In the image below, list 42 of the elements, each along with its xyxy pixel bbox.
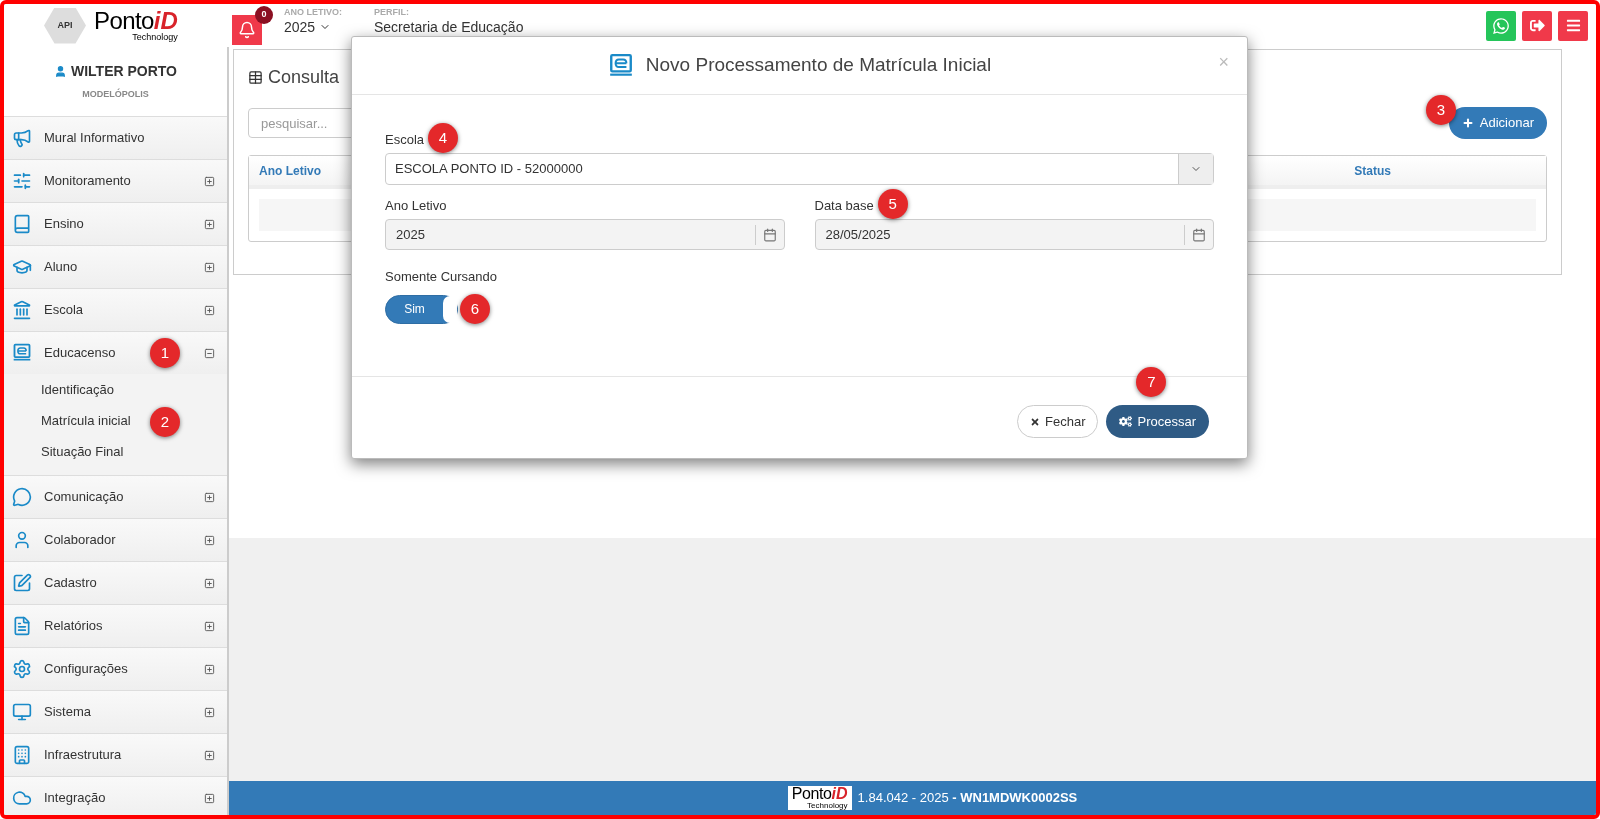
api-badge: API xyxy=(44,7,86,44)
callout-number: 3 xyxy=(1425,95,1456,125)
callout-number: 1 xyxy=(150,338,180,368)
callout-number: 2 xyxy=(150,407,180,437)
footer-text: 1.84.042 - 2025 - WN1MDWK0002SS xyxy=(857,789,1078,808)
sidebar-item-label: Escola xyxy=(44,301,84,320)
notification-badge: 0 xyxy=(255,6,273,24)
logo-tagline: Technology xyxy=(807,802,848,810)
page-title: Consulta xyxy=(268,66,340,89)
column-header: Ano Letivo xyxy=(259,162,321,180)
sidebar-item-label: Comunicação xyxy=(44,488,124,507)
sidebar-item-label: Relatórios xyxy=(44,617,103,636)
callout-number: 4 xyxy=(428,123,459,153)
field-label: Ano Letivo xyxy=(385,197,447,216)
logo-accent: iD xyxy=(153,9,178,33)
sidebar-item-label: Colaborador xyxy=(44,531,116,550)
sidebar-item-label: Integração xyxy=(44,789,106,808)
logo-tagline: Technology xyxy=(132,33,178,42)
callout-number: 6 xyxy=(460,294,490,324)
year-label: ANO LETIVO: xyxy=(284,8,342,17)
sidebar-item-label: Configurações xyxy=(44,660,128,679)
logo-accent: iD xyxy=(831,786,848,802)
sidebar-item-label: Cadastro xyxy=(44,574,97,593)
modal-title: Novo Processamento de Matrícula Inicial xyxy=(645,53,992,78)
profile-label: PERFIL: xyxy=(374,8,410,17)
column-header: Status xyxy=(1354,162,1391,180)
sidebar-item-label: Aluno xyxy=(44,258,78,277)
callout-number: 7 xyxy=(1136,367,1167,397)
sidebar-item-label: Infraestrutura xyxy=(44,746,122,765)
field-label: Escola xyxy=(385,131,425,150)
sidebar-item-label: Ensino xyxy=(44,215,84,234)
user-name: WILTER PORTO xyxy=(70,62,177,82)
sidebar-item-label: Educacenso xyxy=(44,344,116,363)
logo-name: Ponto xyxy=(94,9,154,33)
logo-name: Ponto xyxy=(791,786,832,802)
field-label: Data base xyxy=(814,197,874,216)
sidebar-item-label: Sistema xyxy=(44,703,91,722)
callout-number: 5 xyxy=(877,189,908,219)
sidebar-item-label: Monitoramento xyxy=(44,172,131,191)
sidebar-item-label: Mural Informativo xyxy=(44,129,145,148)
user-city: MODELÓPOLIS xyxy=(82,88,149,102)
field-label: Somente Cursando xyxy=(385,268,497,287)
